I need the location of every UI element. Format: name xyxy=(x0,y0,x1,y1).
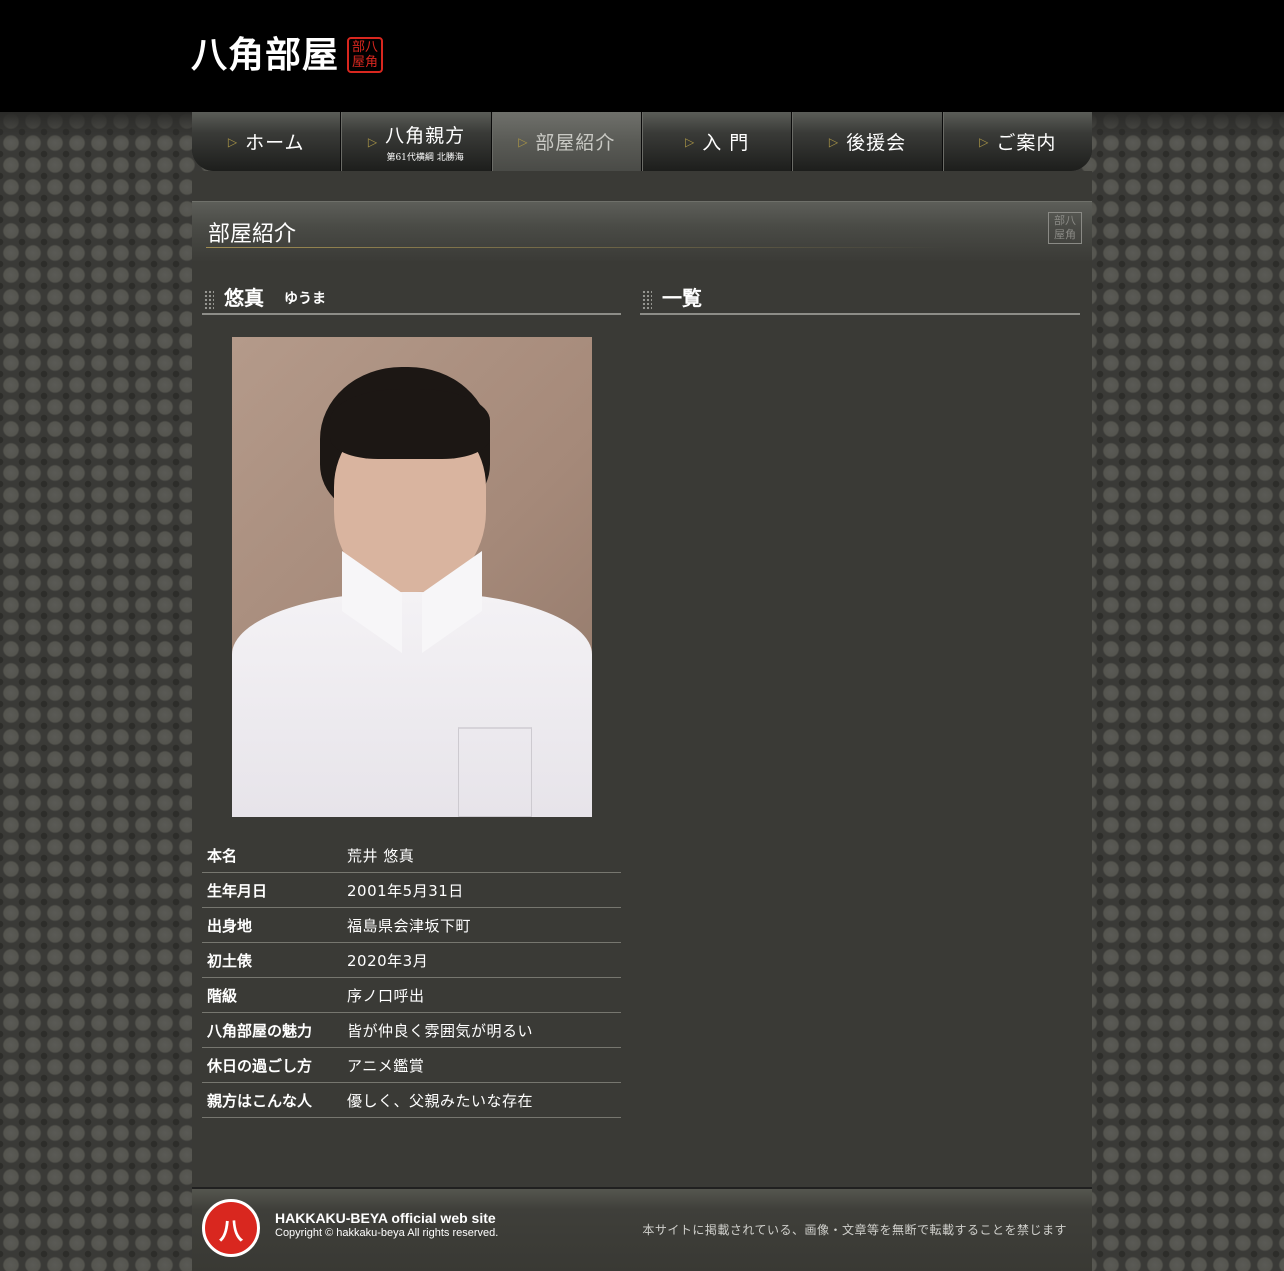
site-footer: 八 HAKKAKU-BEYA official web site Copyrig… xyxy=(192,1187,1092,1271)
page-header: 部屋紹介 部八屋角 xyxy=(192,201,1092,263)
profile-kana: ゆうま xyxy=(284,291,326,307)
table-row: 初土俵 2020年3月 xyxy=(202,942,621,978)
seal-icon: 部八屋角 xyxy=(1048,212,1082,244)
site-logo[interactable]: 八角部屋 部八屋角 xyxy=(191,33,384,77)
nav-oyakata[interactable]: ▷ 八角親方 第61代横綱 北勝海 xyxy=(341,112,492,171)
table-row: 階級 序ノ口呼出 xyxy=(202,977,621,1013)
row-value: 荒井 悠真 xyxy=(342,837,621,873)
logo-seal-icon: 部八屋角 xyxy=(347,37,384,73)
row-key: 八角部屋の魅力 xyxy=(202,1012,342,1048)
nav-heya-intro[interactable]: ▷ 部屋紹介 xyxy=(491,112,642,171)
arrow-icon: ▷ xyxy=(227,134,238,149)
row-key: 本名 xyxy=(202,837,342,873)
row-value: 2001年5月31日 xyxy=(342,872,621,908)
list-title: 一覧 xyxy=(662,286,702,310)
row-value: 優しく、父親みたいな存在 xyxy=(342,1082,621,1118)
arrow-icon: ▷ xyxy=(685,134,695,149)
row-value: 序ノ口呼出 xyxy=(342,977,621,1013)
list-heading: 一覧 xyxy=(640,285,1080,315)
nav-koenkai[interactable]: ▷ 後援会 xyxy=(792,112,943,171)
arrow-icon: ▷ xyxy=(518,134,528,149)
logo-text: 八角部屋 xyxy=(191,34,340,76)
table-row: 八角部屋の魅力 皆が仲良く雰囲気が明るい xyxy=(202,1012,621,1048)
row-key: 初土俵 xyxy=(202,942,342,978)
profile-heading: 悠真 ゆうま xyxy=(202,285,621,315)
row-value: 2020年3月 xyxy=(342,942,621,978)
row-value: 皆が仲良く雰囲気が明るい xyxy=(342,1012,621,1048)
footer-notice: 本サイトに掲載されている、画像・文章等を無断で転載することを禁じます xyxy=(642,1223,1067,1237)
arrow-icon: ▷ xyxy=(828,134,839,149)
table-row: 親方はこんな人 優しく、父親みたいな存在 xyxy=(202,1082,621,1118)
nav-label: 八角親方 xyxy=(385,124,466,147)
table-row: 本名 荒井 悠真 xyxy=(202,837,621,873)
row-key: 休日の過ごし方 xyxy=(202,1047,342,1083)
row-key: 階級 xyxy=(202,977,342,1013)
row-key: 出身地 xyxy=(202,907,342,943)
footer-logo-icon: 八 xyxy=(202,1199,260,1257)
page-title: 部屋紹介 xyxy=(208,222,297,247)
main-content: 部屋紹介 部八屋角 悠真 ゆうま 一覧 本名 荒井 悠真 生年月日 2001年5月3… xyxy=(192,171,1092,1187)
main-nav: ▷ ホーム ▷ 八角親方 第61代横綱 北勝海 ▷ 部屋紹介 ▷ 入 門 ▷ 後… xyxy=(192,112,1092,171)
nav-home[interactable]: ▷ ホーム xyxy=(192,112,342,171)
footer-site-name: HAKKAKU-BEYA official web site xyxy=(275,1210,496,1226)
table-row: 休日の過ごし方 アニメ鑑賞 xyxy=(202,1047,621,1083)
row-key: 親方はこんな人 xyxy=(202,1082,342,1118)
nav-sublabel: 第61代横綱 北勝海 xyxy=(386,152,464,163)
profile-name: 悠真 xyxy=(224,286,264,310)
grip-icon xyxy=(204,290,214,310)
grip-icon xyxy=(642,290,652,310)
title-underline xyxy=(206,247,946,248)
row-value: 福島県会津坂下町 xyxy=(342,907,621,943)
table-row: 生年月日 2001年5月31日 xyxy=(202,872,621,908)
nav-label: ホーム xyxy=(245,132,305,154)
nav-label: 部屋紹介 xyxy=(535,132,616,154)
nav-label: 入 門 xyxy=(702,132,750,154)
site-header: 八角部屋 部八屋角 xyxy=(0,0,1284,112)
arrow-icon: ▷ xyxy=(367,134,378,149)
row-value: アニメ鑑賞 xyxy=(342,1047,621,1083)
nav-guide[interactable]: ▷ ご案内 xyxy=(942,112,1092,171)
profile-table: 本名 荒井 悠真 生年月日 2001年5月31日 出身地 福島県会津坂下町 初土俵 20… xyxy=(202,837,621,1118)
nav-label: 後援会 xyxy=(846,132,907,154)
nav-nyumon[interactable]: ▷ 入 門 xyxy=(641,112,793,171)
profile-photo xyxy=(232,337,592,817)
row-key: 生年月日 xyxy=(202,872,342,908)
table-row: 出身地 福島県会津坂下町 xyxy=(202,907,621,943)
nav-label: ご案内 xyxy=(996,132,1057,154)
footer-copyright: Copyright © hakkaku-beya All rights rese… xyxy=(275,1227,499,1239)
arrow-icon: ▷ xyxy=(979,134,989,149)
